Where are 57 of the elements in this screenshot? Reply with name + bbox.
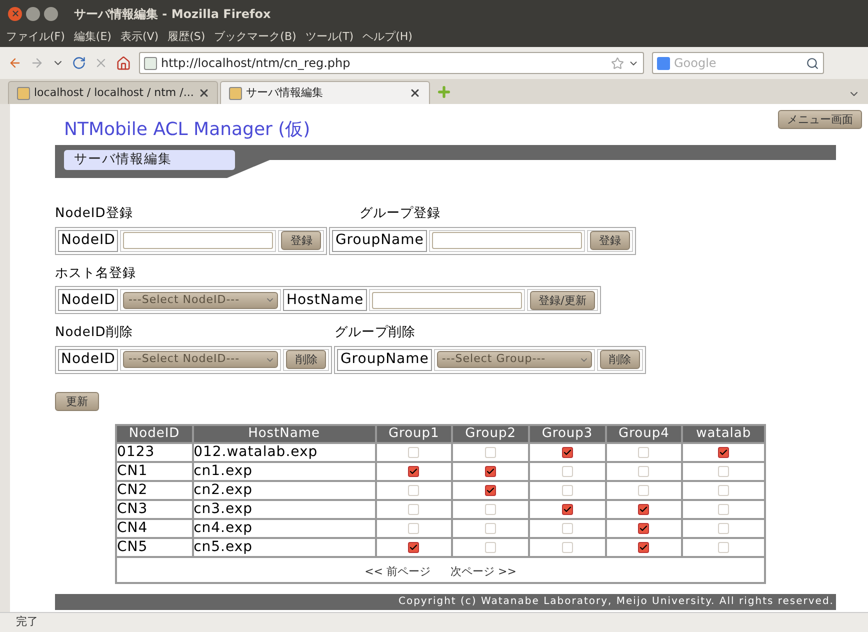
browser-tab[interactable]: localhost / localhost / ntm /...	[8, 81, 218, 104]
submit-button[interactable]: 登録	[590, 231, 630, 250]
menu-item[interactable]: ファイル(F)	[6, 28, 65, 46]
column-header: watalab	[682, 424, 765, 442]
section-heading: グループ登録	[359, 205, 442, 223]
field-label: NodeID	[61, 350, 116, 369]
column-header: Group2	[452, 424, 529, 442]
table-cell: CN5	[116, 538, 193, 556]
table-cell: cn3.exp	[192, 500, 376, 518]
prev-page-link[interactable]: << 前ページ	[364, 564, 430, 578]
copyright-text: Copyright (c) Watanabe Laboratory, Meijo University. All rights reserved.	[398, 595, 834, 609]
column-header: Group3	[528, 424, 606, 442]
table-cell: cn4.exp	[192, 518, 376, 538]
address-bar[interactable]: http://localhost/ntm/cn_reg.php	[139, 52, 644, 74]
table-cell: 012.watalab.exp	[192, 442, 376, 462]
dropdown[interactable]: ---Select NodeID---	[123, 351, 278, 368]
column-header: Group1	[376, 424, 452, 442]
field-label: HostName	[286, 290, 364, 310]
section-heading: ホスト名登録	[55, 264, 137, 282]
submit-button[interactable]: 削除	[600, 350, 640, 369]
section-heading: NodeID登録	[55, 205, 134, 223]
field-label: NodeID	[61, 231, 116, 250]
table-cell: CN1	[116, 462, 193, 480]
submit-button[interactable]: 削除	[286, 350, 326, 369]
menu-button[interactable]: メニュー画面	[778, 110, 862, 129]
table-cell: CN2	[116, 480, 193, 500]
column-header: Group4	[606, 424, 682, 442]
status-text: 完了	[16, 614, 38, 630]
table-cell: cn2.exp	[192, 480, 376, 500]
submit-button[interactable]: 登録/更新	[530, 290, 596, 310]
field-label: GroupName	[340, 350, 429, 369]
page-title: NTMobile ACL Manager (仮)	[64, 118, 310, 142]
table-cell: CN4	[116, 518, 193, 538]
menu-item[interactable]: 編集(E)	[74, 28, 112, 46]
submit-button[interactable]: 登録	[281, 231, 322, 250]
menu-item[interactable]: ツール(T)	[305, 28, 354, 46]
update-button[interactable]: 更新	[55, 392, 99, 410]
browser-tab[interactable]: サーバ情報編集	[220, 81, 430, 104]
menu-item[interactable]: ヘルプ(H)	[362, 28, 412, 46]
menu-item[interactable]: 履歴(S)	[168, 28, 206, 46]
column-header: HostName	[192, 424, 376, 442]
menu-item[interactable]: 表示(V)	[120, 28, 159, 46]
table-cell: cn1.exp	[192, 462, 376, 480]
field-label: NodeID	[61, 290, 116, 310]
section-heading: グループ削除	[334, 324, 416, 342]
next-page-link[interactable]: 次ページ >>	[450, 564, 516, 578]
menu-item[interactable]: ブックマーク(B)	[214, 28, 296, 46]
table-cell: cn5.exp	[192, 538, 376, 556]
dropdown[interactable]: ---Select Group---	[436, 351, 592, 368]
section-heading: NodeID削除	[55, 324, 134, 342]
window-title: サーバ情報編集 - Mozilla Firefox	[74, 6, 271, 22]
dropdown[interactable]: ---Select NodeID---	[123, 292, 278, 308]
table-cell: 0123	[116, 442, 193, 462]
url-text: http://localhost/ntm/cn_reg.php	[161, 55, 352, 72]
column-header: NodeID	[116, 424, 193, 442]
field-label: GroupName	[335, 231, 424, 250]
table-cell: CN3	[116, 500, 193, 518]
